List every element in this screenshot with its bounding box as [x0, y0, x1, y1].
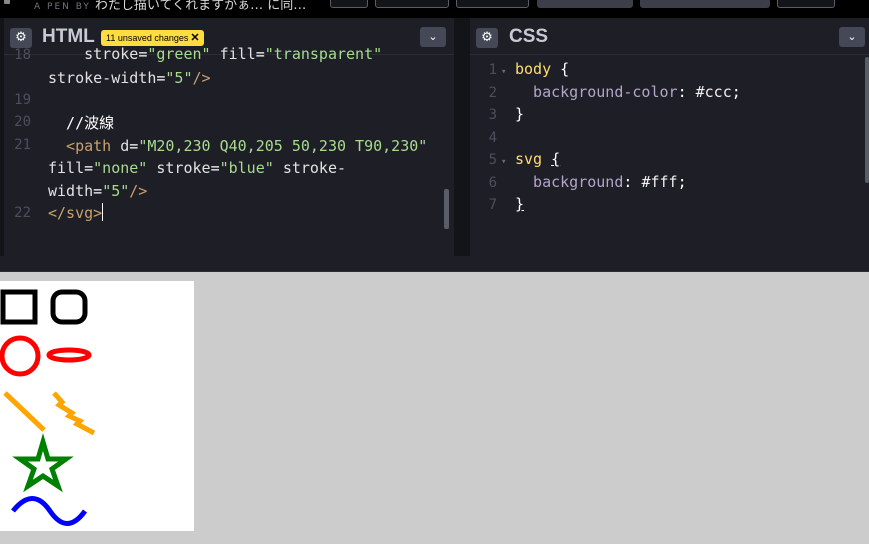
code-line: //波線 [48, 114, 115, 132]
top-bar: A PEN BY わたし描いてくれますかぁ… に同… [0, 0, 869, 18]
rounded-square-shape [50, 289, 88, 325]
code-line: stroke-width="5"/> [48, 69, 211, 87]
code-line: stroke="green" fill="transparent" [48, 45, 383, 63]
css-panel-header: ⚙ CSS ⌄ [470, 18, 869, 55]
square-shape [0, 289, 38, 325]
code-line: width="5"/> [48, 182, 148, 200]
line-number: 19 [14, 92, 31, 108]
ellipse-shape [46, 347, 92, 363]
line-number: 1 [488, 62, 497, 78]
code-line: background: #fff; [515, 173, 687, 191]
text-cursor [102, 203, 104, 221]
line-number: 20 [14, 114, 31, 130]
toolbar-button-2[interactable] [375, 0, 449, 8]
css-panel-menu-chevron-down-icon[interactable]: ⌄ [839, 27, 865, 47]
html-settings-gear-icon[interactable]: ⚙ [10, 28, 32, 48]
toolbar-button-4[interactable] [537, 0, 633, 8]
code-line: background-color: #ccc; [515, 83, 741, 101]
line-number: 7 [488, 197, 497, 213]
code-line: fill="none" stroke="blue" stroke- [48, 159, 347, 177]
css-code-editor[interactable]: 1 ▾ body { 2 background-color: #ccc; 3 }… [470, 55, 869, 256]
toolbar-button-5[interactable] [640, 0, 770, 8]
css-settings-gear-icon[interactable]: ⚙ [476, 28, 498, 48]
html-editor-panel: ⚙ HTML 11 unsaved changes ✕ ⌄ 18 stroke="… [4, 18, 454, 256]
wave-path-shape [11, 496, 88, 526]
css-editor-panel: ⚙ CSS ⌄ 1 ▾ body { 2 background-color: #… [470, 18, 869, 256]
code-line: <path d="M20,230 Q40,205 50,230 T90,230" [48, 137, 428, 155]
editor-resize-gutter[interactable] [454, 18, 470, 256]
circle-shape [0, 335, 41, 377]
html-editor-scrollbar[interactable] [444, 189, 449, 229]
html-panel-menu-chevron-down-icon[interactable]: ⌄ [420, 27, 446, 47]
code-line: } [515, 105, 525, 123]
svg-close-tag: </svg> [48, 204, 103, 222]
line-number: 5 [488, 152, 497, 168]
toolbar-button-1[interactable] [330, 0, 368, 8]
star-shape [12, 433, 74, 493]
toolbar-button-6[interactable] [777, 0, 835, 8]
line-number: 3 [488, 107, 497, 123]
line-number: 4 [488, 130, 497, 146]
line-number: 21 [14, 137, 31, 153]
css-editor-scrollbar[interactable] [865, 57, 869, 183]
result-preview [0, 272, 869, 544]
fold-arrow-icon[interactable]: ▾ [501, 67, 506, 77]
line-number: 18 [14, 47, 31, 63]
pen-by-label: A PEN BY [34, 2, 91, 12]
line-number: 22 [14, 205, 31, 221]
menu-dot-icon[interactable] [4, 0, 10, 4]
html-code-editor[interactable]: 18 stroke="green" fill="transparent" str… [4, 45, 454, 256]
unsaved-changes-text: 11 unsaved changes [106, 33, 189, 43]
line-shape [3, 391, 46, 432]
code-line: svg { [515, 150, 561, 168]
css-panel-title: CSS [509, 26, 549, 47]
code-line: </svg> [48, 202, 104, 225]
code-line: body { [515, 60, 570, 78]
line-number: 6 [488, 175, 497, 191]
fold-arrow-icon[interactable]: ▾ [501, 157, 506, 167]
pen-title-text: わたし描いてくれますかぁ… に同… [94, 0, 307, 13]
pen-title: A PEN BY わたし描いてくれますかぁ… に同… [34, 0, 306, 13]
preview-resize-bar[interactable] [0, 256, 869, 272]
toolbar-button-3[interactable] [456, 0, 529, 8]
code-line: } [515, 195, 525, 213]
line-number: 2 [488, 85, 497, 101]
svg-drawing [0, 281, 194, 531]
zigzag-polyline-shape [52, 391, 96, 436]
